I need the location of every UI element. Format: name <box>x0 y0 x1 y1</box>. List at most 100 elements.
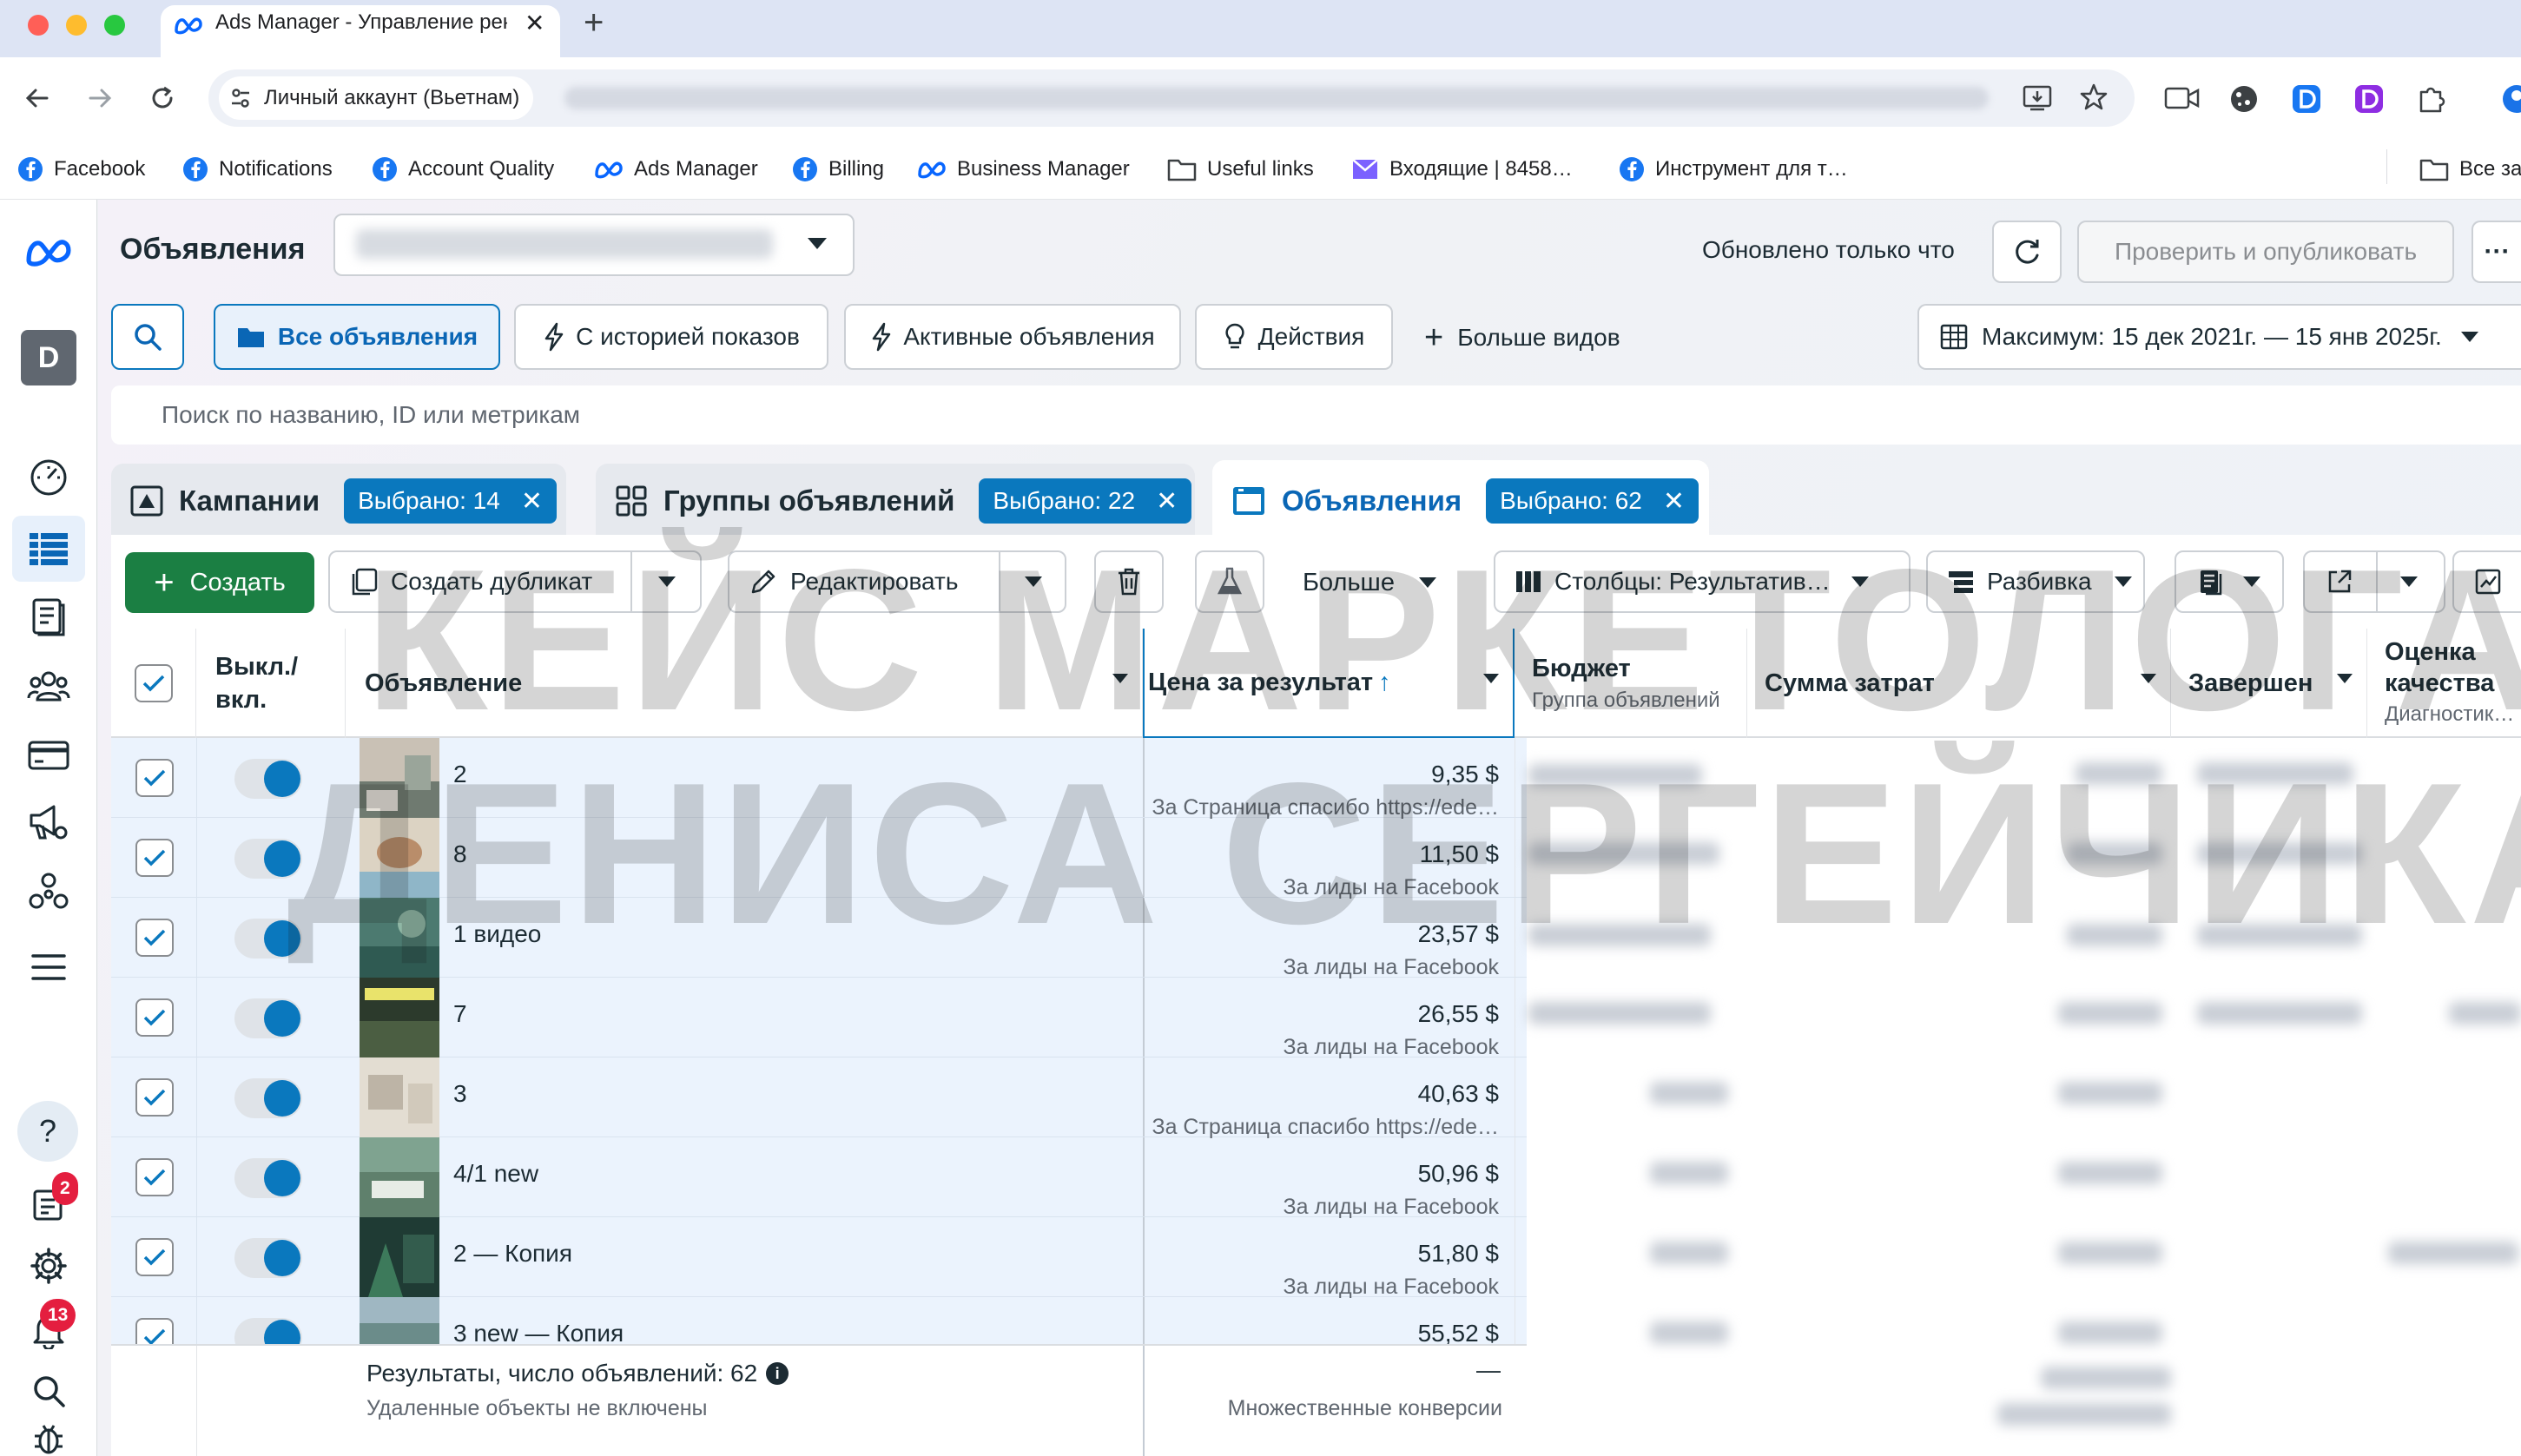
table-row[interactable]: 1 видео 23,57 $ За лиды на Facebook <box>111 898 1527 979</box>
install-app-icon[interactable] <box>2022 83 2053 113</box>
bookmark-star-icon[interactable] <box>2079 82 2109 112</box>
search-toggle-button[interactable] <box>111 304 184 370</box>
meta-logo-icon[interactable] <box>23 236 75 267</box>
clear-selection-close-icon[interactable]: ✕ <box>1156 486 1178 517</box>
table-row[interactable]: 3 40,63 $ За Страница спасибо https://ed… <box>111 1057 1527 1139</box>
table-row[interactable]: 3 new — Копия 55,52 $ <box>111 1297 1527 1344</box>
ad-status-toggle[interactable] <box>234 998 302 1038</box>
reports-menu-button[interactable] <box>2175 550 2284 613</box>
edit-button[interactable]: Редактировать <box>728 550 1066 613</box>
business-tools-icon[interactable] <box>23 866 75 919</box>
bug-report-icon[interactable] <box>23 1420 75 1456</box>
reload-icon[interactable] <box>148 83 177 113</box>
select-all-checkbox[interactable] <box>134 664 173 702</box>
info-icon[interactable]: i <box>766 1362 789 1385</box>
forward-arrow-icon[interactable] <box>85 83 115 113</box>
audiences-icon[interactable] <box>23 660 75 712</box>
tab-adsets[interactable]: Группы объявлений Выбрано: 22 ✕ <box>596 464 1195 538</box>
bookmark-billing[interactable]: Billing <box>792 149 884 189</box>
tab-campaigns[interactable]: Кампании Выбрано: 14 ✕ <box>111 464 566 538</box>
view-active-ads[interactable]: Активные объявления <box>844 304 1181 370</box>
tab-close-icon[interactable]: ✕ <box>525 9 544 37</box>
date-range-picker[interactable]: Максимум: 15 дек 2021г. — 15 янв 2025г. <box>1917 304 2521 370</box>
campaigns-selection-chip[interactable]: Выбрано: 14 ✕ <box>344 478 557 524</box>
charts-button[interactable] <box>2452 550 2521 613</box>
cost-per-result-column-header[interactable]: Цена за результат ↑ <box>1143 629 1515 738</box>
tab-ads[interactable]: Объявления Выбрано: 62 ✕ <box>1212 460 1709 542</box>
delete-button[interactable] <box>1094 550 1164 613</box>
reports-icon[interactable] <box>23 590 75 642</box>
row-checkbox[interactable] <box>135 759 174 797</box>
ad-status-toggle[interactable] <box>234 759 302 799</box>
site-info-chip[interactable]: Личный аккаунт (Вьетнам) <box>219 76 534 120</box>
menu-hamburger-icon[interactable] <box>23 941 75 993</box>
search-icon[interactable] <box>23 1365 75 1417</box>
ad-settings-megaphone-icon[interactable] <box>23 797 75 849</box>
camera-extension-icon[interactable] <box>2164 85 2201 111</box>
more-actions-button[interactable]: Больше <box>1303 561 1436 604</box>
end-column-header[interactable]: Завершен <box>2171 629 2367 738</box>
ad-column-header[interactable]: Объявление <box>346 629 1143 738</box>
bookmark-all[interactable]: Все за <box>2419 149 2521 189</box>
help-icon[interactable]: ? <box>17 1101 78 1162</box>
ad-name[interactable]: 2 <box>453 761 467 788</box>
view-actions[interactable]: Действия <box>1195 304 1393 370</box>
spend-column-header[interactable]: Сумма затрат <box>1747 629 2171 738</box>
view-all-ads[interactable]: Все объявления <box>214 304 500 370</box>
row-checkbox[interactable] <box>135 998 174 1037</box>
bookmark-tool[interactable]: Инструмент для т… <box>1619 149 1848 189</box>
row-checkbox[interactable] <box>135 839 174 877</box>
bookmark-facebook[interactable]: Facebook <box>17 149 145 189</box>
ad-status-toggle[interactable] <box>234 1158 302 1198</box>
ad-status-toggle[interactable] <box>234 1238 302 1278</box>
table-row[interactable]: 2 — Копия 51,80 $ За лиды на Facebook <box>111 1217 1527 1299</box>
more-views-button[interactable]: + Больше видов <box>1424 316 1620 359</box>
row-checkbox[interactable] <box>135 1318 174 1344</box>
ad-name[interactable]: 3 <box>453 1080 467 1108</box>
toggle-column-header[interactable]: Выкл./ вкл. <box>196 629 346 738</box>
bookmark-useful-links[interactable]: Useful links <box>1167 149 1314 189</box>
review-publish-button[interactable]: Проверить и опубликовать <box>2077 221 2454 283</box>
cookie-extension-icon[interactable] <box>2228 83 2260 115</box>
ad-name[interactable]: 2 — Копия <box>453 1240 572 1268</box>
table-row[interactable]: 2 9,35 $ За Страница спасибо https://ede… <box>111 738 1527 820</box>
purple-extension-icon[interactable] <box>2353 83 2385 115</box>
bookmark-business-manager[interactable]: Business Manager <box>917 149 1130 189</box>
ad-status-toggle[interactable] <box>234 839 302 879</box>
extensions-puzzle-icon[interactable] <box>2416 83 2447 115</box>
ad-name[interactable]: 1 видео <box>453 920 541 948</box>
dashboard-gauge-icon[interactable] <box>23 451 75 504</box>
adsets-selection-chip[interactable]: Выбрано: 22 ✕ <box>979 478 1192 524</box>
bookmark-ads-manager[interactable]: Ads Manager <box>594 149 758 189</box>
row-checkbox[interactable] <box>135 1158 174 1196</box>
ad-status-toggle[interactable] <box>234 1318 302 1344</box>
row-checkbox[interactable] <box>135 1078 174 1117</box>
breakdown-button[interactable]: Разбивка <box>1926 550 2145 613</box>
ads-selection-chip[interactable]: Выбрано: 62 ✕ <box>1486 478 1699 524</box>
row-checkbox[interactable] <box>135 1238 174 1276</box>
new-tab-button[interactable]: + <box>584 3 604 43</box>
table-row[interactable]: 8 11,50 $ За лиды на Facebook <box>111 818 1527 899</box>
back-arrow-icon[interactable] <box>23 83 52 113</box>
duplicate-button[interactable]: Создать дубликат <box>328 550 702 613</box>
budget-column-header[interactable]: Бюджет Группа объявлений <box>1515 629 1747 738</box>
ad-name[interactable]: 3 new — Копия <box>453 1320 624 1344</box>
table-row[interactable]: 7 26,55 $ За лиды на Facebook <box>111 978 1527 1059</box>
ad-status-toggle[interactable] <box>234 1078 302 1118</box>
export-button[interactable] <box>2303 550 2445 613</box>
ad-name[interactable]: 7 <box>453 1000 467 1028</box>
table-row[interactable]: 4/1 new 50,96 $ За лиды на Facebook <box>111 1137 1527 1219</box>
account-avatar[interactable]: D <box>21 330 76 385</box>
row-checkbox[interactable] <box>135 919 174 957</box>
bookmark-notifications[interactable]: Notifications <box>182 149 333 189</box>
ab-test-button[interactable] <box>1195 550 1264 613</box>
bookmark-account-quality[interactable]: Account Quality <box>372 149 554 189</box>
clear-selection-close-icon[interactable]: ✕ <box>1663 486 1685 517</box>
profile-avatar-icon[interactable] <box>2501 83 2521 115</box>
settings-gear-icon[interactable] <box>23 1240 75 1292</box>
campaigns-table-icon[interactable] <box>23 523 75 575</box>
quality-column-header[interactable]: Оценка качества Диагностик… <box>2367 629 2521 738</box>
columns-button[interactable]: Столбцы: Результатив… <box>1494 550 1911 613</box>
clear-selection-close-icon[interactable]: ✕ <box>521 486 543 517</box>
create-button[interactable]: + Создать <box>125 552 314 613</box>
